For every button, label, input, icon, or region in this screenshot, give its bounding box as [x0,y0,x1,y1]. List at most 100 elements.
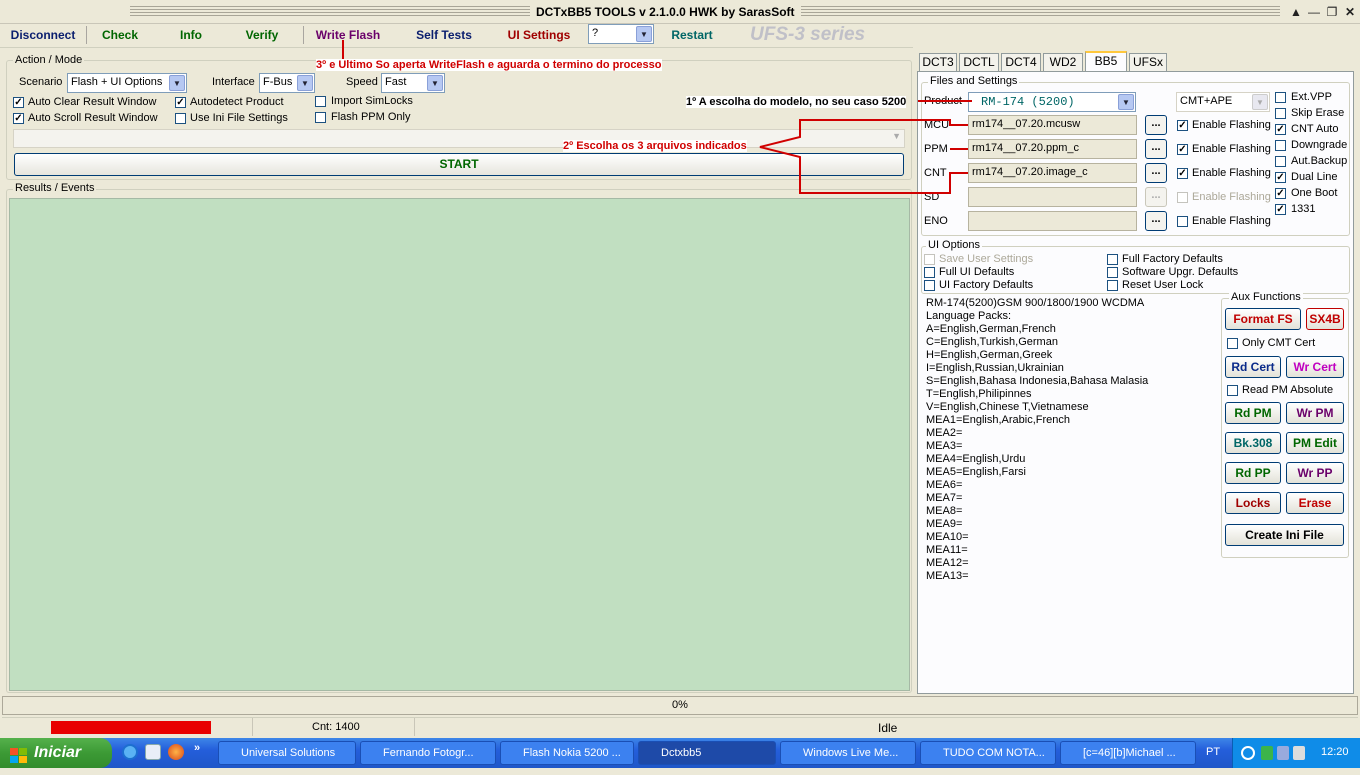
only-cmt-checkbox[interactable] [1227,338,1238,349]
ui-settings-button[interactable]: UI Settings [502,24,576,46]
chevron-down-icon[interactable]: ▼ [427,75,443,91]
chevron-down-icon[interactable]: ▼ [1118,94,1134,110]
taskbar-item[interactable]: Fernando Fotogr... [360,741,496,765]
restart-button[interactable]: Restart [664,24,720,46]
chevron-down-icon[interactable]: ▼ [169,75,185,91]
one-boot-checkbox[interactable]: ✓ [1275,188,1286,199]
info-button[interactable]: Info [166,24,216,46]
ppm-field[interactable]: rm174__07.20.ppm_c [968,139,1137,159]
save-user-checkbox[interactable] [924,254,935,265]
taskbar-item-active[interactable]: Dctxbb5 [638,741,776,765]
interface-select[interactable]: F-Bus ▼ [259,73,315,93]
rd-pm-button[interactable]: Rd PM [1225,402,1281,424]
cnt-browse-button[interactable]: ... [1145,163,1167,183]
full-factory-checkbox[interactable] [1107,254,1118,265]
ppm-browse-button[interactable]: ... [1145,139,1167,159]
tray-app-icon[interactable] [1261,746,1273,760]
full-ui-checkbox[interactable] [924,267,935,278]
volume-icon[interactable] [1293,746,1305,760]
scenario-select[interactable]: Flash + UI Options ▼ [67,73,187,93]
verify-button[interactable]: Verify [234,24,290,46]
auto-scroll-checkbox[interactable]: ✓ [13,113,24,124]
sd-enable-checkbox[interactable] [1177,192,1188,203]
restore-icon[interactable]: ❐ [1324,5,1340,19]
chevron-down-icon[interactable]: ▼ [1252,94,1268,110]
read-pm-absolute-checkbox[interactable] [1227,385,1238,396]
reset-user-lock-checkbox[interactable] [1107,280,1118,291]
software-upgr-checkbox[interactable] [1107,267,1118,278]
taskbar-item[interactable]: Windows Live Me... [780,741,916,765]
cmt-select[interactable]: CMT+APE ▼ [1176,92,1270,112]
taskbar-item[interactable]: TUDO COM NOTA... [920,741,1056,765]
downgrade-checkbox[interactable] [1275,140,1286,151]
taskbar-item[interactable]: Flash Nokia 5200 ... [500,741,634,765]
eno-enable-checkbox[interactable] [1177,216,1188,227]
tab-dct4[interactable]: DCT4 [1001,53,1041,71]
desktop-icon[interactable] [145,744,161,760]
create-ini-file-button[interactable]: Create Ini File [1225,524,1344,546]
mcu-field[interactable]: rm174__07.20.mcusw [968,115,1137,135]
firefox-icon[interactable] [168,744,184,760]
cnt-auto-checkbox[interactable]: ✓ [1275,124,1286,135]
eno-browse-button[interactable]: ... [1145,211,1167,231]
eno-field[interactable] [968,211,1137,231]
sd-browse-button[interactable]: ... [1145,187,1167,207]
close-icon[interactable]: ✕ [1342,5,1358,19]
autodetect-checkbox[interactable]: ✓ [175,97,186,108]
language-indicator[interactable]: PT [1206,746,1220,758]
dual-line-checkbox[interactable]: ✓ [1275,172,1286,183]
scroll-up-icon[interactable]: ▲ [1288,5,1304,19]
rd-cert-button[interactable]: Rd Cert [1225,356,1281,378]
annotation-write-flash: 3º e Ultimo So aperta WriteFlash e aguar… [316,59,662,71]
ppm-enable-checkbox[interactable]: ✓ [1177,144,1188,155]
wr-pp-button[interactable]: Wr PP [1286,462,1344,484]
cnt-enable-checkbox[interactable]: ✓ [1177,168,1188,179]
product-select[interactable]: RM-174 (5200) ▼ [968,92,1136,112]
annotation-arrows [759,100,972,194]
mcu-enable-checkbox[interactable]: ✓ [1177,120,1188,131]
tray-back-icon[interactable] [1241,746,1255,760]
disconnect-button[interactable]: Disconnect [6,24,80,46]
import-simlocks-checkbox[interactable] [315,96,326,107]
tab-dctl[interactable]: DCTL [959,53,999,71]
pm-edit-button[interactable]: PM Edit [1286,432,1344,454]
self-tests-button[interactable]: Self Tests [408,24,480,46]
taskbar-item[interactable]: [c=46][b]Michael ... [1060,741,1196,765]
use-ini-checkbox[interactable] [175,113,186,124]
locks-button[interactable]: Locks [1225,492,1281,514]
wr-pm-button[interactable]: Wr PM [1286,402,1344,424]
write-flash-button[interactable]: Write Flash [310,24,386,46]
ui-factory-checkbox[interactable] [924,280,935,291]
tab-dct3[interactable]: DCT3 [919,53,957,71]
speed-select[interactable]: Fast ▼ [381,73,445,93]
quicklaunch-more-icon[interactable]: » [194,742,200,754]
chevron-down-icon[interactable]: ▼ [636,26,652,42]
ie-icon[interactable] [122,744,138,760]
toolbar-combo[interactable]: ? ▼ [588,24,654,44]
erase-button[interactable]: Erase [1286,492,1344,514]
option-1331-checkbox[interactable]: ✓ [1275,204,1286,215]
network-icon[interactable] [1277,746,1289,760]
aut-backup-checkbox[interactable] [1275,156,1286,167]
results-log[interactable] [9,198,910,691]
auto-clear-checkbox[interactable]: ✓ [13,97,24,108]
chevron-down-icon[interactable]: ▼ [297,75,313,91]
tab-wd2[interactable]: WD2 [1043,53,1083,71]
format-fs-button[interactable]: Format FS [1225,308,1301,330]
flash-ppm-only-checkbox[interactable] [315,112,326,123]
bk308-button[interactable]: Bk.308 [1225,432,1281,454]
tab-ufsx[interactable]: UFSx [1129,53,1167,71]
skip-erase-checkbox[interactable] [1275,108,1286,119]
start-button[interactable]: Iniciar [0,738,112,768]
minimize-icon[interactable]: — [1306,5,1322,19]
cnt-field[interactable]: rm174__07.20.image_c [968,163,1137,183]
sd-field[interactable] [968,187,1137,207]
wr-cert-button[interactable]: Wr Cert [1286,356,1344,378]
mcu-browse-button[interactable]: ... [1145,115,1167,135]
taskbar-item[interactable]: Universal Solutions [218,741,356,765]
sx4b-button[interactable]: SX4B [1306,308,1344,330]
tab-bb5[interactable]: BB5 [1085,51,1127,72]
rd-pp-button[interactable]: Rd PP [1225,462,1281,484]
check-button[interactable]: Check [92,24,148,46]
ext-vpp-checkbox[interactable] [1275,92,1286,103]
